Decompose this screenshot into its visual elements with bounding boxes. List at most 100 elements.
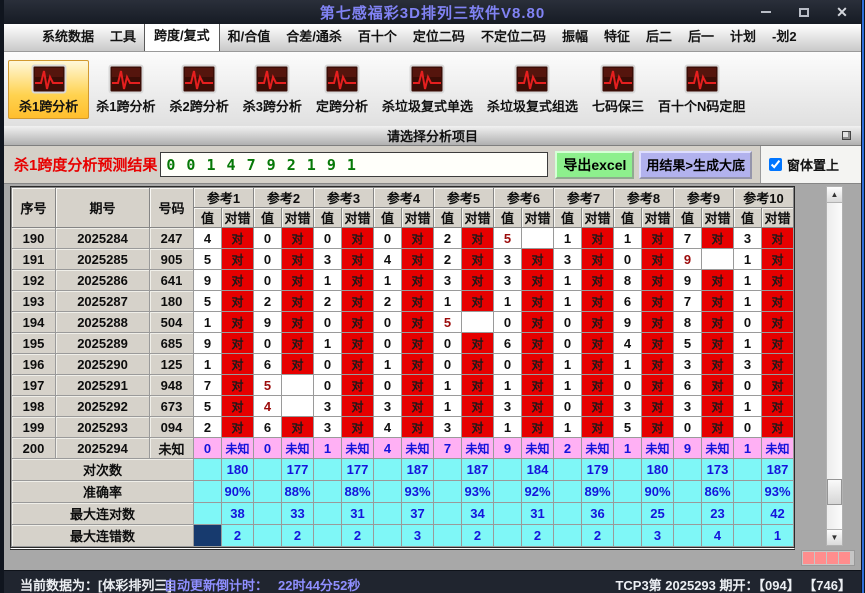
value-cell[interactable]: 6 xyxy=(253,416,282,438)
mark-cell[interactable]: 对 xyxy=(221,311,254,333)
mark-cell[interactable]: 对 xyxy=(341,416,374,438)
summary-spacer-cell[interactable] xyxy=(253,502,282,525)
value-cell[interactable]: 3 xyxy=(493,269,522,291)
scrollbar-track[interactable] xyxy=(827,203,842,529)
value-cell[interactable]: 1 xyxy=(553,269,582,291)
value-cell[interactable]: 0 xyxy=(313,374,342,396)
summary-value-cell[interactable]: 177 xyxy=(341,458,374,481)
mark-cell[interactable]: 对 xyxy=(281,353,314,375)
period-cell[interactable]: 2025290 xyxy=(55,353,150,375)
summary-value-cell[interactable]: 3 xyxy=(641,524,674,547)
summary-value-cell[interactable]: 2 xyxy=(461,524,494,547)
summary-value-cell[interactable]: 93% xyxy=(761,480,794,503)
value-cell[interactable]: 2 xyxy=(253,290,282,312)
menu-item-13[interactable]: 计划 xyxy=(722,21,764,51)
period-cell[interactable]: 2025284 xyxy=(55,227,150,249)
mark-cell[interactable]: 对 xyxy=(281,311,314,333)
summary-value-cell[interactable]: 3 xyxy=(401,524,434,547)
summary-value-cell[interactable]: 180 xyxy=(641,458,674,481)
mark-cell[interactable]: 对 xyxy=(461,248,494,270)
mark-cell[interactable]: 对 xyxy=(581,269,614,291)
summary-spacer-cell[interactable] xyxy=(433,458,462,481)
mark-cell[interactable] xyxy=(281,374,314,396)
summary-spacer-cell[interactable] xyxy=(373,502,402,525)
mark-cell[interactable]: 对 xyxy=(341,311,374,333)
value-cell[interactable]: 0 xyxy=(733,416,762,438)
value-cell[interactable]: 4 xyxy=(253,395,282,417)
value-cell[interactable]: 1 xyxy=(433,395,462,417)
toolbar-item-1[interactable]: 杀1跨分析 xyxy=(8,59,90,119)
mark-cell[interactable]: 对 xyxy=(401,353,434,375)
number-cell[interactable]: 094 xyxy=(149,416,194,438)
summary-spacer-cell[interactable] xyxy=(433,480,462,503)
summary-value-cell[interactable]: 179 xyxy=(581,458,614,481)
summary-value-cell[interactable]: 93% xyxy=(461,480,494,503)
maximize-button[interactable] xyxy=(797,5,811,19)
value-cell[interactable]: 0 xyxy=(313,311,342,333)
value-cell[interactable]: 6 xyxy=(253,353,282,375)
summary-value-cell[interactable]: 93% xyxy=(401,480,434,503)
summary-spacer-cell[interactable] xyxy=(553,524,582,547)
summary-spacer-cell[interactable] xyxy=(553,458,582,481)
mark-cell[interactable]: 对 xyxy=(581,311,614,333)
value-cell[interactable]: 0 xyxy=(373,332,402,354)
mark-cell[interactable]: 对 xyxy=(221,290,254,312)
seq-cell[interactable]: 197 xyxy=(11,374,56,396)
mark-cell[interactable]: 对 xyxy=(341,269,374,291)
value-cell[interactable]: 1 xyxy=(733,269,762,291)
number-cell[interactable]: 247 xyxy=(149,227,194,249)
value-cell[interactable]: 1 xyxy=(613,227,642,249)
close-button[interactable]: ✕ xyxy=(835,5,849,19)
mark-cell[interactable]: 对 xyxy=(641,269,674,291)
summary-spacer-cell[interactable] xyxy=(433,502,462,525)
value-cell[interactable]: 0 xyxy=(553,395,582,417)
summary-value-cell[interactable]: 36 xyxy=(581,502,614,525)
toolbar-item-6[interactable]: 杀垃圾复式单选 xyxy=(375,60,480,119)
seq-cell[interactable]: 196 xyxy=(11,353,56,375)
menu-item-11[interactable]: 后二 xyxy=(638,21,680,51)
value-cell[interactable]: 1 xyxy=(733,437,762,459)
value-cell[interactable]: 5 xyxy=(193,248,222,270)
summary-value-cell[interactable]: 25 xyxy=(641,502,674,525)
mark-cell[interactable]: 对 xyxy=(701,374,734,396)
mark-cell[interactable]: 对 xyxy=(761,353,794,375)
mark-cell[interactable]: 对 xyxy=(701,416,734,438)
summary-value-cell[interactable]: 88% xyxy=(281,480,314,503)
menu-item-9[interactable]: 振幅 xyxy=(554,21,596,51)
mark-cell[interactable]: 对 xyxy=(221,416,254,438)
mark-cell[interactable]: 对 xyxy=(641,248,674,270)
summary-value-cell[interactable]: 187 xyxy=(461,458,494,481)
export-excel-button[interactable]: 导出excel xyxy=(555,150,635,179)
value-cell[interactable]: 9 xyxy=(193,332,222,354)
mark-cell[interactable]: 对 xyxy=(521,416,554,438)
value-cell[interactable]: 1 xyxy=(493,416,522,438)
mark-cell[interactable]: 对 xyxy=(461,353,494,375)
mark-cell[interactable]: 对 xyxy=(641,416,674,438)
vertical-scrollbar[interactable]: ▲ ▼ xyxy=(826,186,843,546)
value-cell[interactable]: 0 xyxy=(433,353,462,375)
mark-cell[interactable]: 对 xyxy=(221,332,254,354)
mark-cell[interactable]: 对 xyxy=(581,416,614,438)
summary-spacer-cell[interactable] xyxy=(433,524,462,547)
value-cell[interactable]: 6 xyxy=(673,374,702,396)
value-cell[interactable]: 3 xyxy=(433,269,462,291)
value-cell[interactable]: 5 xyxy=(493,227,522,249)
summary-value-cell[interactable]: 2 xyxy=(341,524,374,547)
value-cell[interactable]: 3 xyxy=(733,353,762,375)
summary-spacer-cell[interactable] xyxy=(193,524,222,547)
value-cell[interactable]: 0 xyxy=(433,332,462,354)
summary-value-cell[interactable]: 89% xyxy=(581,480,614,503)
mark-cell[interactable]: 对 xyxy=(281,290,314,312)
summary-spacer-cell[interactable] xyxy=(313,480,342,503)
summary-spacer-cell[interactable] xyxy=(733,458,762,481)
summary-value-cell[interactable]: 31 xyxy=(341,502,374,525)
value-cell[interactable]: 3 xyxy=(673,395,702,417)
value-cell[interactable]: 7 xyxy=(193,374,222,396)
value-cell[interactable]: 9 xyxy=(613,311,642,333)
mark-cell[interactable]: 对 xyxy=(341,248,374,270)
summary-spacer-cell[interactable] xyxy=(313,458,342,481)
value-cell[interactable]: 2 xyxy=(433,248,462,270)
value-cell[interactable]: 3 xyxy=(553,248,582,270)
period-cell[interactable]: 2025293 xyxy=(55,416,150,438)
summary-spacer-cell[interactable] xyxy=(733,480,762,503)
